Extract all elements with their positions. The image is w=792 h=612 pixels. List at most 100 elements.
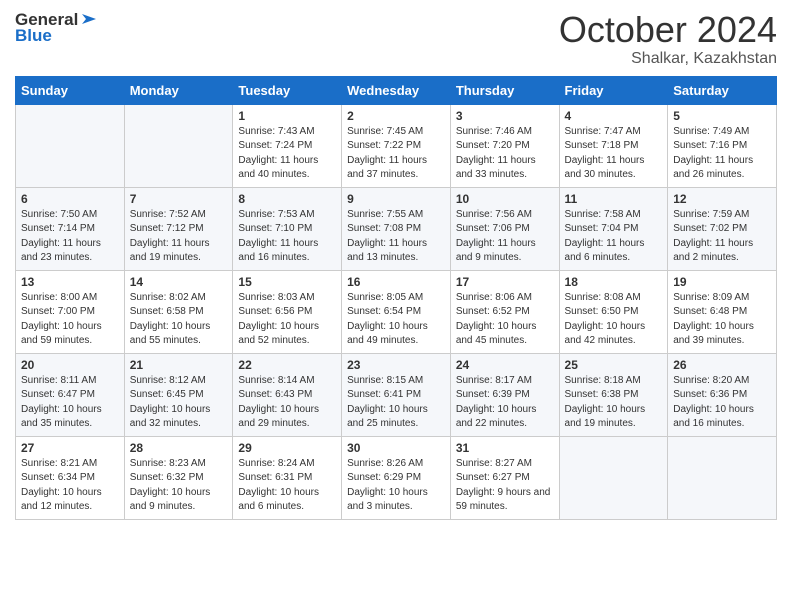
day-info: Sunrise: 8:26 AMSunset: 6:29 PMDaylight:… bbox=[347, 457, 445, 515]
day-info: Sunrise: 8:05 AMSunset: 6:54 PMDaylight:… bbox=[347, 291, 445, 349]
calendar-cell: 23 Sunrise: 8:15 AMSunset: 6:41 PMDayligh… bbox=[342, 353, 451, 436]
calendar-cell: 17 Sunrise: 8:06 AMSunset: 6:52 PMDayligh… bbox=[450, 270, 559, 353]
col-header-sunday: Sunday bbox=[16, 76, 125, 104]
calendar-week-row: 1 Sunrise: 7:43 AMSunset: 7:24 PMDaylight… bbox=[16, 104, 777, 187]
month-title: October 2024 bbox=[559, 10, 777, 50]
calendar-cell bbox=[16, 104, 125, 187]
day-info: Sunrise: 8:17 AMSunset: 6:39 PMDaylight:… bbox=[456, 374, 554, 432]
calendar-cell: 5Sunrise: 7:49 AMSunset: 7:16 PMDaylight… bbox=[668, 104, 777, 187]
day-number: 22 bbox=[238, 358, 336, 372]
day-number: 26 bbox=[673, 358, 771, 372]
day-info: Sunrise: 7:56 AMSunset: 7:06 PMDaylight:… bbox=[456, 208, 554, 266]
day-number: 10 bbox=[456, 192, 554, 206]
logo: General Blue bbox=[15, 10, 98, 46]
day-info: Sunrise: 8:03 AMSunset: 6:56 PMDaylight:… bbox=[238, 291, 336, 349]
day-info: Sunrise: 8:14 AMSunset: 6:43 PMDaylight:… bbox=[238, 374, 336, 432]
day-number: 24 bbox=[456, 358, 554, 372]
day-number: 16 bbox=[347, 275, 445, 289]
day-number: 25 bbox=[565, 358, 663, 372]
calendar-cell: 27Sunrise: 8:21 AMSunset: 6:34 PMDayligh… bbox=[16, 436, 125, 519]
calendar-cell bbox=[668, 436, 777, 519]
calendar-cell: 26Sunrise: 8:20 AMSunset: 6:36 PMDayligh… bbox=[668, 353, 777, 436]
calendar-cell: 16 Sunrise: 8:05 AMSunset: 6:54 PMDayligh… bbox=[342, 270, 451, 353]
day-info: Sunrise: 8:18 AMSunset: 6:38 PMDaylight:… bbox=[565, 374, 663, 432]
day-info: Sunrise: 7:45 AMSunset: 7:22 PMDaylight:… bbox=[347, 125, 445, 183]
calendar-cell: 30Sunrise: 8:26 AMSunset: 6:29 PMDayligh… bbox=[342, 436, 451, 519]
day-number: 2 bbox=[347, 109, 445, 123]
calendar-cell: 7Sunrise: 7:52 AMSunset: 7:12 PMDaylight… bbox=[124, 187, 233, 270]
day-info: Sunrise: 7:50 AMSunset: 7:14 PMDaylight:… bbox=[21, 208, 119, 266]
day-number: 28 bbox=[130, 441, 228, 455]
day-info: Sunrise: 8:06 AMSunset: 6:52 PMDaylight:… bbox=[456, 291, 554, 349]
calendar-table: SundayMondayTuesdayWednesdayThursdayFrid… bbox=[15, 76, 777, 520]
day-info: Sunrise: 8:23 AMSunset: 6:32 PMDaylight:… bbox=[130, 457, 228, 515]
calendar-cell: 18Sunrise: 8:08 AMSunset: 6:50 PMDayligh… bbox=[559, 270, 668, 353]
calendar-cell: 20 Sunrise: 8:11 AMSunset: 6:47 PMDayligh… bbox=[16, 353, 125, 436]
day-number: 19 bbox=[673, 275, 771, 289]
day-info: Sunrise: 8:27 AMSunset: 6:27 PMDaylight:… bbox=[456, 457, 554, 515]
day-info: Sunrise: 8:24 AMSunset: 6:31 PMDaylight:… bbox=[238, 457, 336, 515]
day-number: 7 bbox=[130, 192, 228, 206]
col-header-thursday: Thursday bbox=[450, 76, 559, 104]
day-number: 12 bbox=[673, 192, 771, 206]
day-number: 17 bbox=[456, 275, 554, 289]
day-number: 3 bbox=[456, 109, 554, 123]
col-header-wednesday: Wednesday bbox=[342, 76, 451, 104]
day-number: 1 bbox=[238, 109, 336, 123]
calendar-cell: 31 Sunrise: 8:27 AMSunset: 6:27 PMDayligh… bbox=[450, 436, 559, 519]
day-number: 15 bbox=[238, 275, 336, 289]
calendar-cell: 8 Sunrise: 7:53 AMSunset: 7:10 PMDaylight… bbox=[233, 187, 342, 270]
day-number: 4 bbox=[565, 109, 663, 123]
calendar-cell: 22 Sunrise: 8:14 AMSunset: 6:43 PMDayligh… bbox=[233, 353, 342, 436]
calendar-week-row: 13 Sunrise: 8:00 AMSunset: 7:00 PMDayligh… bbox=[16, 270, 777, 353]
calendar-header-row: SundayMondayTuesdayWednesdayThursdayFrid… bbox=[16, 76, 777, 104]
day-number: 8 bbox=[238, 192, 336, 206]
calendar-cell: 29Sunrise: 8:24 AMSunset: 6:31 PMDayligh… bbox=[233, 436, 342, 519]
day-info: Sunrise: 8:09 AMSunset: 6:48 PMDaylight:… bbox=[673, 291, 771, 349]
day-number: 20 bbox=[21, 358, 119, 372]
day-info: Sunrise: 8:15 AMSunset: 6:41 PMDaylight:… bbox=[347, 374, 445, 432]
day-info: Sunrise: 7:55 AMSunset: 7:08 PMDaylight:… bbox=[347, 208, 445, 266]
day-info: Sunrise: 7:46 AMSunset: 7:20 PMDaylight:… bbox=[456, 125, 554, 183]
day-info: Sunrise: 8:02 AMSunset: 6:58 PMDaylight:… bbox=[130, 291, 228, 349]
day-info: Sunrise: 7:43 AMSunset: 7:24 PMDaylight:… bbox=[238, 125, 336, 183]
calendar-week-row: 27Sunrise: 8:21 AMSunset: 6:34 PMDayligh… bbox=[16, 436, 777, 519]
calendar-cell: 14Sunrise: 8:02 AMSunset: 6:58 PMDayligh… bbox=[124, 270, 233, 353]
day-info: Sunrise: 8:11 AMSunset: 6:47 PMDaylight:… bbox=[21, 374, 119, 432]
title-block: October 2024 Shalkar, Kazakhstan bbox=[559, 10, 777, 68]
calendar-cell bbox=[124, 104, 233, 187]
calendar-cell: 19 Sunrise: 8:09 AMSunset: 6:48 PMDayligh… bbox=[668, 270, 777, 353]
page-header: General Blue October 2024 Shalkar, Kazak… bbox=[15, 10, 777, 68]
col-header-saturday: Saturday bbox=[668, 76, 777, 104]
calendar-cell bbox=[559, 436, 668, 519]
calendar-cell: 9 Sunrise: 7:55 AMSunset: 7:08 PMDaylight… bbox=[342, 187, 451, 270]
calendar-cell: 3 Sunrise: 7:46 AMSunset: 7:20 PMDaylight… bbox=[450, 104, 559, 187]
day-info: Sunrise: 7:47 AMSunset: 7:18 PMDaylight:… bbox=[565, 125, 663, 183]
calendar-cell: 15 Sunrise: 8:03 AMSunset: 6:56 PMDayligh… bbox=[233, 270, 342, 353]
logo-blue-text: Blue bbox=[15, 26, 52, 46]
day-info: Sunrise: 7:59 AMSunset: 7:02 PMDaylight:… bbox=[673, 208, 771, 266]
col-header-friday: Friday bbox=[559, 76, 668, 104]
day-info: Sunrise: 8:21 AMSunset: 6:34 PMDaylight:… bbox=[21, 457, 119, 515]
calendar-cell: 6Sunrise: 7:50 AMSunset: 7:14 PMDaylight… bbox=[16, 187, 125, 270]
day-number: 9 bbox=[347, 192, 445, 206]
calendar-cell: 4 Sunrise: 7:47 AMSunset: 7:18 PMDaylight… bbox=[559, 104, 668, 187]
day-info: Sunrise: 7:53 AMSunset: 7:10 PMDaylight:… bbox=[238, 208, 336, 266]
day-info: Sunrise: 8:00 AMSunset: 7:00 PMDaylight:… bbox=[21, 291, 119, 349]
col-header-monday: Monday bbox=[124, 76, 233, 104]
calendar-week-row: 20 Sunrise: 8:11 AMSunset: 6:47 PMDayligh… bbox=[16, 353, 777, 436]
day-info: Sunrise: 8:08 AMSunset: 6:50 PMDaylight:… bbox=[565, 291, 663, 349]
logo-arrow-icon bbox=[80, 10, 98, 28]
day-number: 21 bbox=[130, 358, 228, 372]
day-number: 23 bbox=[347, 358, 445, 372]
calendar-cell: 28 Sunrise: 8:23 AMSunset: 6:32 PMDayligh… bbox=[124, 436, 233, 519]
calendar-cell: 25 Sunrise: 8:18 AMSunset: 6:38 PMDayligh… bbox=[559, 353, 668, 436]
day-number: 31 bbox=[456, 441, 554, 455]
calendar-cell: 24 Sunrise: 8:17 AMSunset: 6:39 PMDayligh… bbox=[450, 353, 559, 436]
location: Shalkar, Kazakhstan bbox=[559, 50, 777, 68]
calendar-cell: 12 Sunrise: 7:59 AMSunset: 7:02 PMDayligh… bbox=[668, 187, 777, 270]
calendar-cell: 13 Sunrise: 8:00 AMSunset: 7:00 PMDayligh… bbox=[16, 270, 125, 353]
day-number: 13 bbox=[21, 275, 119, 289]
calendar-cell: 11Sunrise: 7:58 AMSunset: 7:04 PMDayligh… bbox=[559, 187, 668, 270]
calendar-cell: 2 Sunrise: 7:45 AMSunset: 7:22 PMDaylight… bbox=[342, 104, 451, 187]
